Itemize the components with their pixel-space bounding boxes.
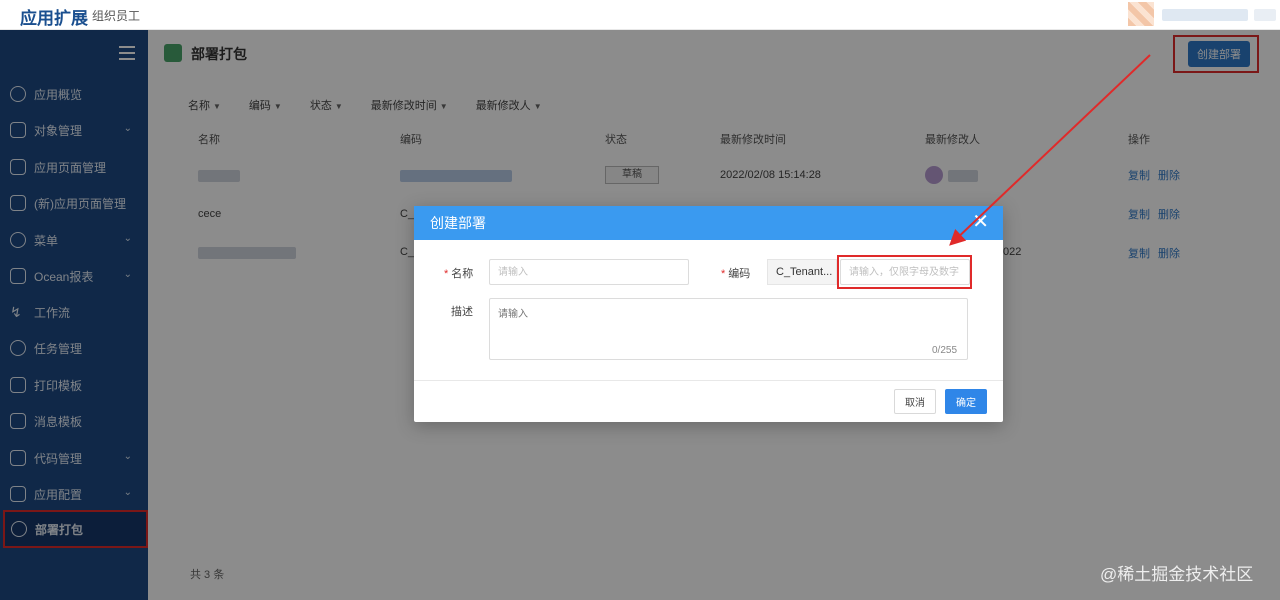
confirm-button[interactable]: 确定 — [945, 389, 987, 414]
cancel-button[interactable]: 取消 — [894, 389, 936, 414]
highlight-box-code-input — [837, 255, 972, 289]
dialog-title: 创建部署 — [430, 215, 486, 231]
app-title: 应用扩展 — [20, 9, 88, 28]
dialog-divider — [414, 380, 1003, 381]
org-name: 组织员工 — [92, 9, 141, 23]
user-name-blurred[interactable] — [1162, 9, 1248, 21]
user-avatar[interactable] — [1128, 2, 1154, 26]
label-text: 编码 — [728, 268, 751, 280]
create-deploy-dialog: 创建部署 ✕ *名称 *编码 C_Tenant... 描述 0/255 取消 确… — [414, 206, 1003, 422]
required-mark: * — [721, 268, 726, 280]
required-mark: * — [444, 268, 449, 280]
char-counter: 0/255 — [932, 345, 958, 356]
code-field-label: * 编码 — [721, 265, 750, 281]
description-textarea[interactable] — [489, 298, 968, 360]
code-prefix: C_Tenant... — [767, 259, 837, 285]
dialog-header: 创建部署 ✕ — [414, 206, 1003, 240]
name-input[interactable] — [489, 259, 689, 285]
watermark: @稀土掘金技术社区 — [1100, 565, 1254, 584]
desc-field-label: 描述 — [451, 306, 473, 318]
close-icon[interactable]: ✕ — [972, 206, 989, 238]
label-text: 名称 — [451, 268, 474, 280]
user-info-blurred — [1254, 9, 1276, 21]
top-bar: 应用扩展 组织员工 — [0, 0, 1280, 30]
name-field-label: * 名称 — [444, 265, 473, 281]
